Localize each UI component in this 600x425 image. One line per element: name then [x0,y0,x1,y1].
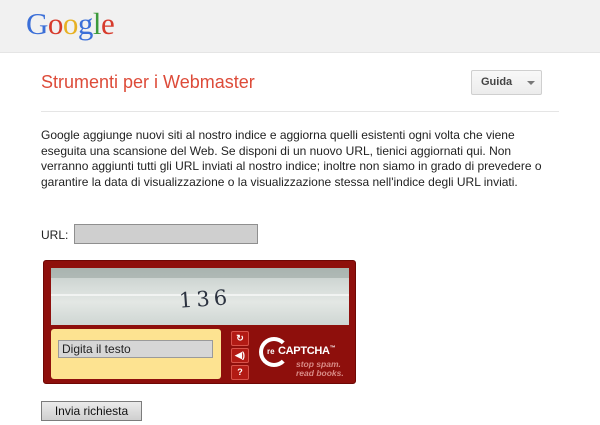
captcha-response-input[interactable] [58,340,213,358]
logo-letter: G [26,6,48,41]
submit-request-button[interactable]: Invia richiesta [41,401,142,421]
help-icon[interactable]: ? [231,365,249,380]
captcha-input-area [51,329,221,379]
chevron-down-icon [527,81,535,85]
page-title: Strumenti per i Webmaster [41,72,255,92]
logo-letter: o [62,6,79,41]
logo-letter: e [101,6,115,41]
url-label: URL: [41,228,69,242]
google-logo[interactable]: Google [26,4,115,44]
captcha-challenge-image: 136 [51,268,349,325]
recaptcha-brand-text: CAPTCHA™ [278,345,336,357]
audio-icon[interactable]: ◀) [231,348,249,363]
logo-letter: l [92,6,102,41]
captcha-image-shading [51,268,349,278]
help-button[interactable]: Guida [471,70,542,95]
logo-letter: g [77,6,94,41]
divider [41,111,559,112]
recaptcha-brand-name: CAPTCHA [278,345,330,357]
recaptcha-widget: 136 ↻ ◀) ? re CAPTCHA™ stop spam. read b… [43,260,356,384]
captcha-challenge-text: 136 [178,285,232,313]
trademark-mark: ™ [329,345,336,352]
url-input[interactable] [74,224,258,244]
recaptcha-logo-prefix: re [267,347,275,356]
logo-letter: o [47,6,64,41]
top-bar: Google [0,0,600,53]
page-description: Google aggiunge nuovi siti al nostro ind… [41,128,542,189]
refresh-icon[interactable]: ↻ [231,331,249,346]
recaptcha-logo[interactable]: re CAPTCHA™ stop spam. read books. [259,333,354,381]
help-button-label: Guida [481,76,513,88]
recaptcha-tagline-2: read books. [296,368,344,378]
